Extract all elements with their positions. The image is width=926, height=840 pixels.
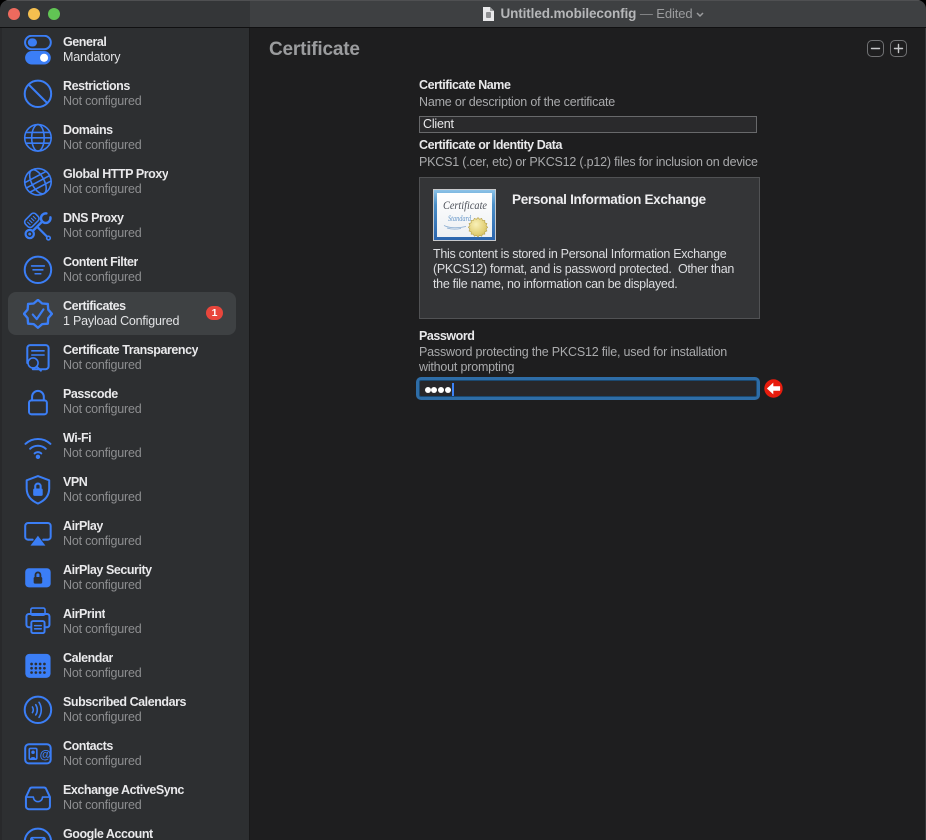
svg-text:Certificate: Certificate <box>443 200 487 212</box>
svg-text:Standard: Standard <box>448 213 472 223</box>
svg-text:@: @ <box>40 749 51 762</box>
